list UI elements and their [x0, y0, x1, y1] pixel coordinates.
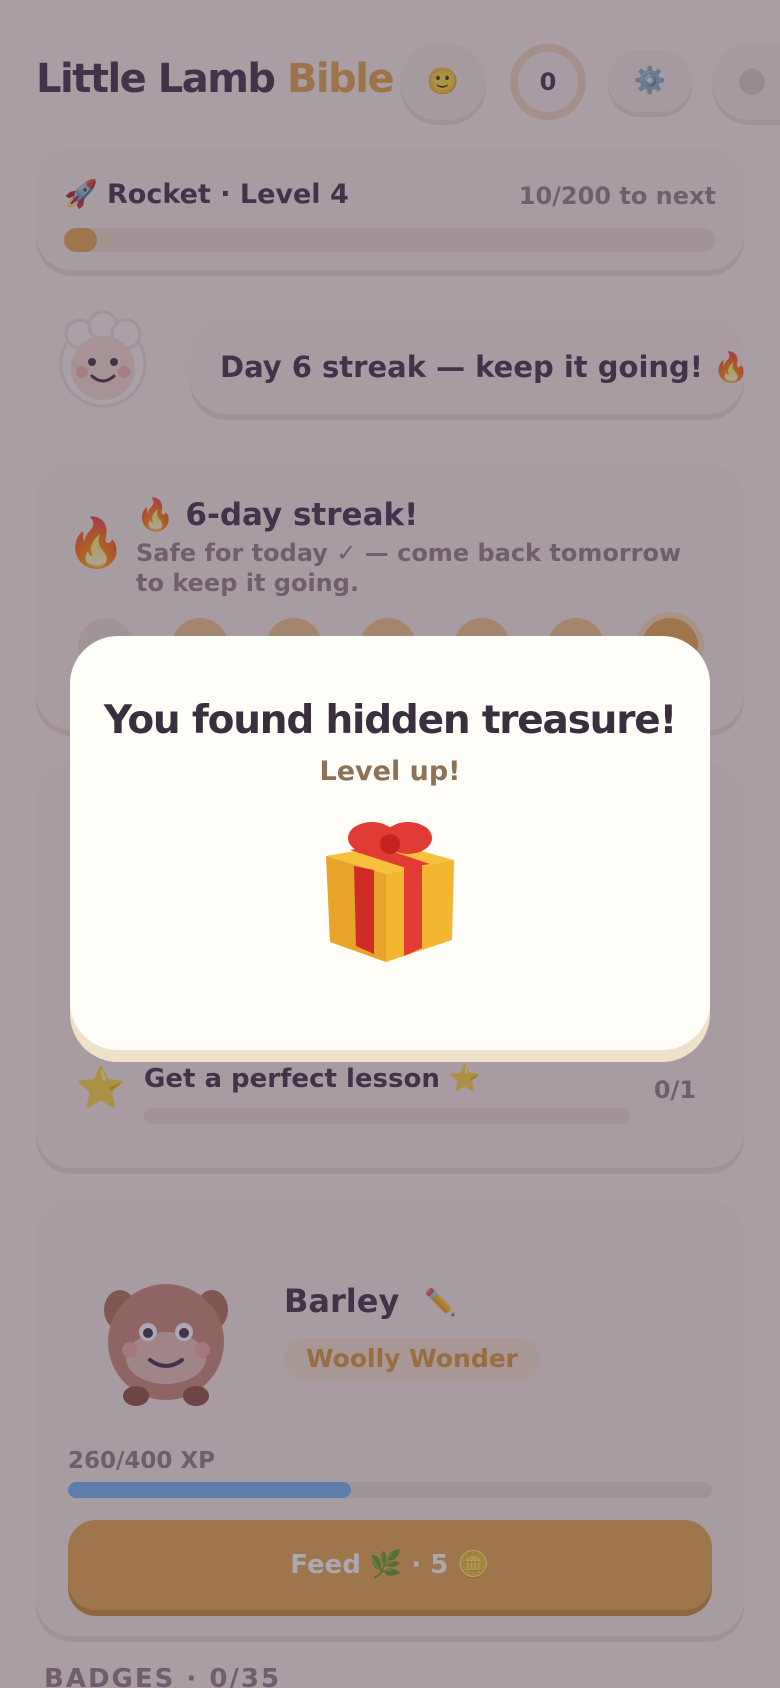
treasure-modal[interactable]: You found hidden treasure! Level up! — [70, 636, 710, 1050]
modal-subtitle: Level up! — [319, 756, 461, 787]
page: Little Lamb Bible 🙂 0 ⚙️ 🚀 Rocket · Leve… — [0, 0, 780, 1688]
gift-icon — [316, 816, 464, 966]
modal-title: You found hidden treasure! — [103, 698, 677, 743]
